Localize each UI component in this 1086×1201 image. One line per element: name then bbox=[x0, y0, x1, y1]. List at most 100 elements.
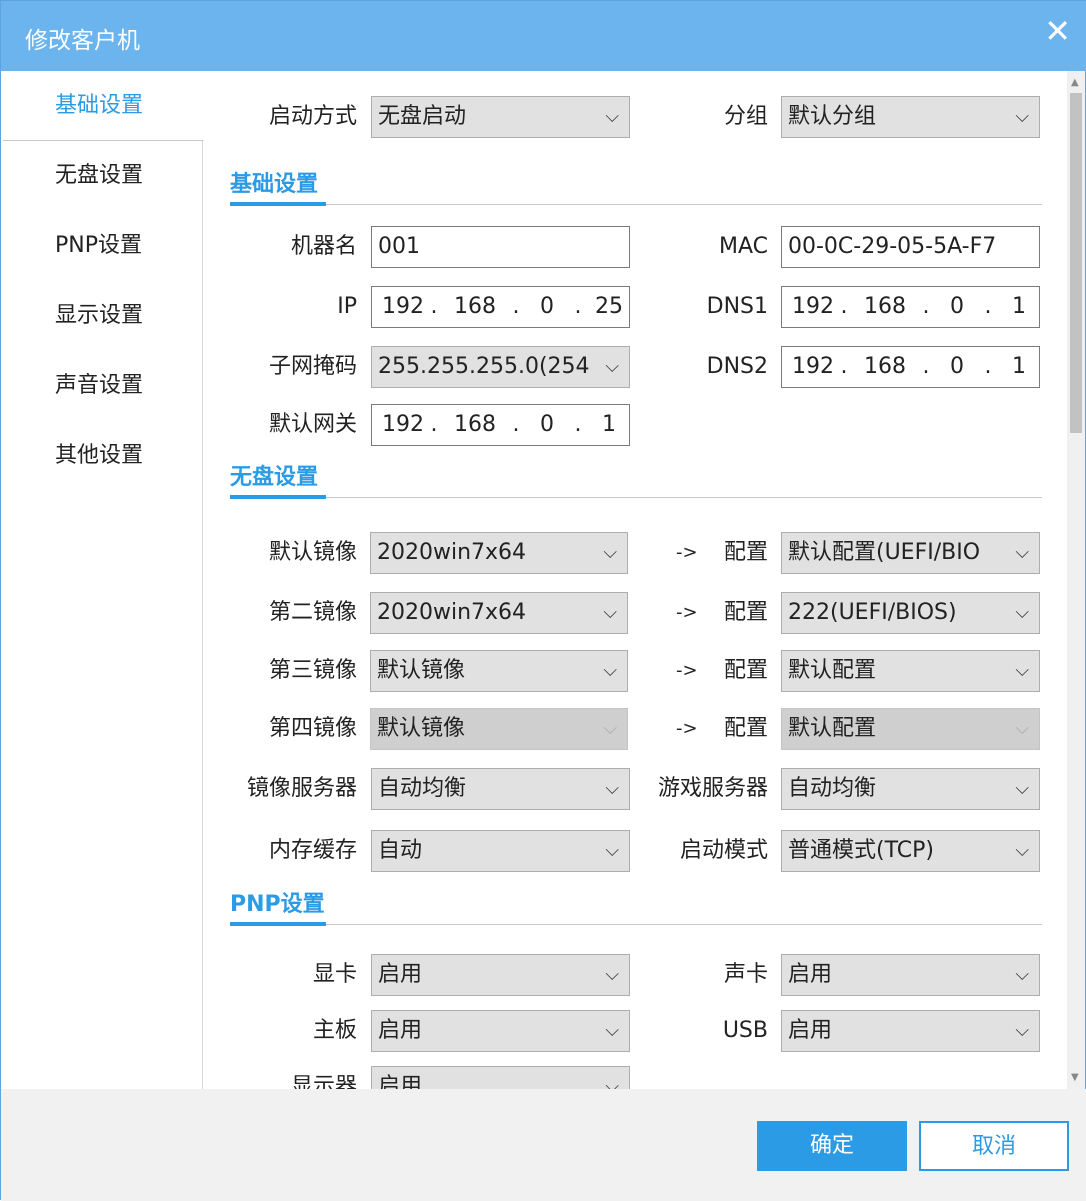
ip-octet[interactable]: 1 bbox=[994, 347, 1040, 387]
dropdown-select[interactable]: 启用⌵ bbox=[371, 1066, 630, 1089]
field-label: 声卡 bbox=[724, 954, 768, 996]
section-divider bbox=[230, 497, 1042, 498]
field-label: 主板 bbox=[313, 1010, 357, 1052]
dropdown-value: 启用 bbox=[788, 962, 832, 987]
ip-address-input[interactable]: 192.168.0.25 bbox=[371, 286, 630, 328]
sidebar-item[interactable]: 无盘设置 bbox=[3, 141, 203, 211]
ip-octet[interactable]: 192 bbox=[378, 405, 428, 445]
ip-dot: . bbox=[428, 287, 440, 327]
chevron-down-icon: ⌵ bbox=[603, 533, 617, 573]
dropdown-value: 默认镜像 bbox=[377, 658, 465, 683]
dropdown-select[interactable]: 自动⌵ bbox=[371, 830, 630, 872]
chevron-down-icon: ⌵ bbox=[605, 1067, 619, 1089]
chevron-down-icon: ⌵ bbox=[605, 1011, 619, 1051]
ip-octet[interactable]: 168 bbox=[440, 287, 510, 327]
ip-octet[interactable]: 0 bbox=[932, 287, 982, 327]
section-heading: PNP设置 bbox=[230, 886, 325, 918]
ip-octet[interactable]: 25 bbox=[584, 287, 630, 327]
dropdown-value: 启用 bbox=[378, 1018, 422, 1043]
sidebar-item[interactable]: 显示设置 bbox=[3, 281, 203, 351]
section-underline bbox=[230, 922, 326, 926]
field-label: 启动模式 bbox=[680, 830, 768, 872]
chevron-down-icon: ⌵ bbox=[605, 347, 619, 387]
ip-address-input[interactable]: 192.168.0.1 bbox=[781, 346, 1040, 388]
chevron-down-icon: ⌵ bbox=[605, 97, 619, 137]
field-label: 启动方式 bbox=[269, 96, 357, 138]
section-divider bbox=[230, 204, 1042, 205]
field-label: 配置 bbox=[724, 708, 768, 750]
ip-octet[interactable]: 168 bbox=[850, 287, 920, 327]
ip-address-input[interactable]: 192.168.0.1 bbox=[371, 404, 630, 446]
dropdown-select[interactable]: 默认镜像⌵ bbox=[370, 650, 628, 692]
dropdown-select[interactable]: 2020win7x64⌵ bbox=[370, 592, 628, 634]
ip-dot: . bbox=[572, 405, 584, 445]
dropdown-select[interactable]: 222(UEFI/BIOS)⌵ bbox=[781, 592, 1040, 634]
text-input[interactable]: 00-0C-29-05-5A-F7 bbox=[781, 226, 1040, 268]
ip-dot: . bbox=[982, 287, 994, 327]
field-label: 默认镜像 bbox=[269, 532, 357, 574]
ip-octet[interactable]: 192 bbox=[788, 287, 838, 327]
ip-octet[interactable]: 0 bbox=[522, 287, 572, 327]
ip-octet[interactable]: 1 bbox=[994, 287, 1040, 327]
ip-octet[interactable]: 0 bbox=[932, 347, 982, 387]
sidebar: 基础设置无盘设置PNP设置显示设置声音设置其他设置 bbox=[3, 71, 203, 1089]
field-label: 配置 bbox=[724, 650, 768, 692]
text-input[interactable]: 001 bbox=[371, 226, 630, 268]
scroll-up-icon[interactable]: ▲ bbox=[1071, 77, 1079, 88]
ip-dot: . bbox=[920, 287, 932, 327]
ip-octet[interactable]: 168 bbox=[440, 405, 510, 445]
dropdown-select[interactable]: 无盘启动⌵ bbox=[371, 96, 630, 138]
ip-octet[interactable]: 0 bbox=[522, 405, 572, 445]
chevron-down-icon: ⌵ bbox=[1015, 97, 1029, 137]
ip-dot: . bbox=[510, 287, 522, 327]
ip-octet[interactable]: 192 bbox=[378, 287, 428, 327]
chevron-down-icon: ⌵ bbox=[603, 593, 617, 633]
dropdown-value: 默认配置 bbox=[788, 716, 876, 741]
scroll-down-icon[interactable]: ▼ bbox=[1071, 1072, 1079, 1083]
ip-dot: . bbox=[838, 347, 850, 387]
field-label: 机器名 bbox=[291, 226, 357, 268]
chevron-down-icon: ⌵ bbox=[1015, 709, 1029, 749]
ip-dot: . bbox=[920, 347, 932, 387]
field-label: 配置 bbox=[724, 532, 768, 574]
dialog-footer: 确定 取消 bbox=[1, 1089, 1086, 1201]
ip-octet[interactable]: 192 bbox=[788, 347, 838, 387]
ok-button[interactable]: 确定 bbox=[757, 1121, 907, 1171]
dropdown-select[interactable]: 启用⌵ bbox=[371, 954, 630, 996]
arrow-label: -> bbox=[676, 532, 698, 574]
section-underline bbox=[230, 202, 326, 206]
dropdown-select[interactable]: 自动均衡⌵ bbox=[781, 768, 1040, 810]
dropdown-select[interactable]: 启用⌵ bbox=[781, 1010, 1040, 1052]
dropdown-select[interactable]: 255.255.255.0(254⌵ bbox=[371, 346, 630, 388]
field-label: DNS1 bbox=[707, 286, 768, 328]
dropdown-select[interactable]: 默认配置⌵ bbox=[781, 650, 1040, 692]
dropdown-select[interactable]: 自动均衡⌵ bbox=[371, 768, 630, 810]
sidebar-item[interactable]: 基础设置 bbox=[3, 71, 204, 141]
dropdown-select[interactable]: 启用 ⌵ bbox=[781, 954, 1040, 996]
settings-content: 基础设置无盘设置PNP设置启动方式无盘启动⌵分组默认分组⌵机器名001MAC00… bbox=[204, 71, 1066, 1089]
ip-octet[interactable]: 1 bbox=[584, 405, 630, 445]
chevron-down-icon: ⌵ bbox=[1015, 533, 1029, 573]
sidebar-item[interactable]: 声音设置 bbox=[3, 351, 203, 421]
dropdown-select[interactable]: 默认配置(UEFI/BIO ⌵ bbox=[781, 532, 1040, 574]
chevron-down-icon: ⌵ bbox=[603, 709, 617, 749]
ip-address-input[interactable]: 192.168.0.1 bbox=[781, 286, 1040, 328]
close-icon[interactable]: ✕ bbox=[1044, 15, 1071, 47]
field-label: 游戏服务器 bbox=[658, 768, 768, 810]
dropdown-select[interactable]: 启用 ⌵ bbox=[371, 1010, 630, 1052]
sidebar-item[interactable]: 其他设置 bbox=[3, 421, 203, 491]
dropdown-value: 默认配置(UEFI/BIO bbox=[788, 540, 980, 565]
field-label: 第四镜像 bbox=[269, 708, 357, 750]
cancel-button[interactable]: 取消 bbox=[919, 1121, 1069, 1171]
scrollbar-thumb[interactable] bbox=[1070, 93, 1082, 433]
dropdown-value: 自动 bbox=[378, 838, 422, 863]
dropdown-select[interactable]: 默认分组⌵ bbox=[781, 96, 1040, 138]
dropdown-select[interactable]: 普通模式(TCP)⌵ bbox=[781, 830, 1040, 872]
ip-octet[interactable]: 168 bbox=[850, 347, 920, 387]
sidebar-item[interactable]: PNP设置 bbox=[3, 211, 203, 281]
chevron-down-icon: ⌵ bbox=[1015, 769, 1029, 809]
scrollbar[interactable]: ▲ ▼ bbox=[1067, 71, 1085, 1089]
field-label: IP bbox=[337, 286, 357, 328]
dropdown-select[interactable]: 2020win7x64⌵ bbox=[370, 532, 628, 574]
chevron-down-icon: ⌵ bbox=[1015, 955, 1029, 995]
